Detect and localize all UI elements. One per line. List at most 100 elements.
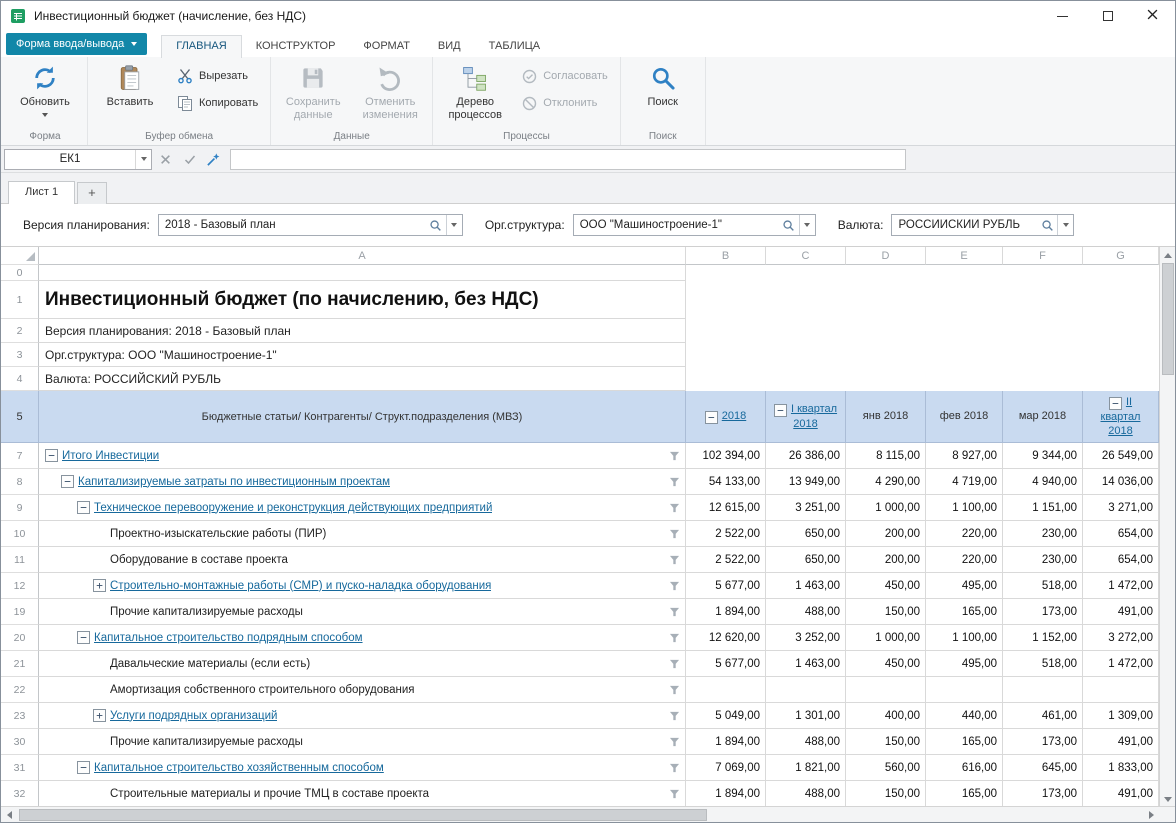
cell-A30[interactable]: Прочие капитализируемые расходы (39, 729, 686, 755)
budget-item-label[interactable]: Капитализируемые затраты по инвестиционн… (78, 476, 390, 488)
filter-icon[interactable] (669, 529, 680, 539)
row-header-1[interactable]: 1 (1, 281, 39, 319)
budget-item-label[interactable]: Итого Инвестиции (62, 450, 159, 462)
report-title-cell[interactable]: Инвестиционный бюджет (по начислению, бе… (39, 281, 686, 319)
row-header-22[interactable]: 22 (1, 677, 39, 703)
cell-G12[interactable]: 1 472,00 (1083, 573, 1159, 599)
horizontal-scroll-thumb[interactable] (19, 809, 707, 821)
cancel-entry-icon[interactable] (155, 154, 176, 165)
scroll-down-button[interactable] (1160, 791, 1176, 807)
cell-D7[interactable]: 8 115,00 (846, 443, 926, 469)
cell-D12[interactable]: 450,00 (846, 573, 926, 599)
cell-E20[interactable]: 1 100,00 (926, 625, 1003, 651)
cell-D22[interactable] (846, 677, 926, 703)
cell-C9[interactable]: 3 251,00 (766, 495, 846, 521)
currency-input[interactable]: РОССИЙСКИЙ РУБЛЬ (891, 214, 1074, 236)
cell-C11[interactable]: 650,00 (766, 547, 846, 573)
budget-items-header-cell[interactable]: Бюджетные статьи/ Контрагенты/ Структ.по… (39, 391, 686, 443)
cell-G8[interactable]: 14 036,00 (1083, 469, 1159, 495)
cell-F10[interactable]: 230,00 (1003, 521, 1083, 547)
tab-constructor[interactable]: КОНСТРУКТОР (242, 36, 350, 57)
cell-D20[interactable]: 1 000,00 (846, 625, 926, 651)
filter-icon[interactable] (669, 451, 680, 461)
row-header-2[interactable]: 2 (1, 319, 39, 343)
add-sheet-button[interactable]: + (77, 182, 107, 204)
column-header-G[interactable]: G (1083, 247, 1159, 265)
search-icon[interactable] (779, 219, 799, 232)
cell-E21[interactable]: 495,00 (926, 651, 1003, 677)
cell-A20[interactable]: −Капитальное строительство подрядным спо… (39, 625, 686, 651)
cell-C7[interactable]: 26 386,00 (766, 443, 846, 469)
scroll-right-button[interactable] (1143, 807, 1159, 823)
cell-F11[interactable]: 230,00 (1003, 547, 1083, 573)
column-header-E[interactable]: E (926, 247, 1003, 265)
row-header-4[interactable]: 4 (1, 367, 39, 391)
collapse-icon[interactable]: − (77, 761, 90, 774)
vertical-scrollbar[interactable] (1159, 247, 1175, 807)
collapse-icon[interactable]: − (705, 411, 718, 424)
cell-C10[interactable]: 650,00 (766, 521, 846, 547)
cell-D23[interactable]: 400,00 (846, 703, 926, 729)
cell-E12[interactable]: 495,00 (926, 573, 1003, 599)
column-header-F[interactable]: F (1003, 247, 1083, 265)
cell-G23[interactable]: 1 309,00 (1083, 703, 1159, 729)
cell-G21[interactable]: 1 472,00 (1083, 651, 1159, 677)
cell-G31[interactable]: 1 833,00 (1083, 755, 1159, 781)
collapse-icon[interactable]: − (61, 475, 74, 488)
cell-F23[interactable]: 461,00 (1003, 703, 1083, 729)
cell-D30[interactable]: 150,00 (846, 729, 926, 755)
cell-A32[interactable]: Строительные материалы и прочие ТМЦ в со… (39, 781, 686, 807)
cell-G7[interactable]: 26 549,00 (1083, 443, 1159, 469)
cell-F30[interactable]: 173,00 (1003, 729, 1083, 755)
cut-button[interactable]: Вырезать (170, 66, 265, 86)
cell-F32[interactable]: 173,00 (1003, 781, 1083, 807)
cell-A31[interactable]: −Капитальное строительство хозяйственным… (39, 755, 686, 781)
filter-icon[interactable] (669, 659, 680, 669)
filter-icon[interactable] (669, 607, 680, 617)
filter-icon[interactable] (669, 711, 680, 721)
cell-B20[interactable]: 12 620,00 (686, 625, 766, 651)
row-header-7[interactable]: 7 (1, 443, 39, 469)
scroll-left-button[interactable] (1, 807, 17, 823)
row-header-0[interactable]: 0 (1, 265, 39, 281)
row-header-5[interactable]: 5 (1, 391, 39, 443)
refresh-button[interactable]: Обновить (8, 59, 82, 123)
cell-F31[interactable]: 645,00 (1003, 755, 1083, 781)
empty-cells-region[interactable] (686, 265, 1159, 281)
cell-C31[interactable]: 1 821,00 (766, 755, 846, 781)
org-structure-input[interactable]: ООО "Машиностроение-1" (573, 214, 816, 236)
cell-D31[interactable]: 560,00 (846, 755, 926, 781)
io-form-menu-button[interactable]: Форма ввода/вывода (6, 33, 147, 55)
filter-icon[interactable] (669, 581, 680, 591)
dropdown-button[interactable] (446, 215, 462, 235)
search-icon[interactable] (1037, 219, 1057, 232)
cell-A9[interactable]: −Техническое перевооружение и реконструк… (39, 495, 686, 521)
dropdown-button[interactable] (1057, 215, 1073, 235)
cell-D32[interactable]: 150,00 (846, 781, 926, 807)
period-header-D[interactable]: янв 2018 (846, 391, 926, 443)
cell-G22[interactable] (1083, 677, 1159, 703)
cell-A22[interactable]: Амортизация собственного строительного о… (39, 677, 686, 703)
cell-A7[interactable]: −Итого Инвестиции (39, 443, 686, 469)
cell-F12[interactable]: 518,00 (1003, 573, 1083, 599)
row-header-21[interactable]: 21 (1, 651, 39, 677)
cell-E31[interactable]: 616,00 (926, 755, 1003, 781)
copy-button[interactable]: Копировать (170, 93, 265, 113)
formula-input[interactable] (230, 149, 906, 170)
cell-E32[interactable]: 165,00 (926, 781, 1003, 807)
dropdown-button[interactable] (799, 215, 815, 235)
cell-B12[interactable]: 5 677,00 (686, 573, 766, 599)
tab-table[interactable]: ТАБЛИЦА (475, 36, 555, 57)
cell-G19[interactable]: 491,00 (1083, 599, 1159, 625)
cell-D9[interactable]: 1 000,00 (846, 495, 926, 521)
empty-cells-region[interactable] (686, 319, 1159, 343)
cell-E7[interactable]: 8 927,00 (926, 443, 1003, 469)
cell-B11[interactable]: 2 522,00 (686, 547, 766, 573)
cell-B21[interactable]: 5 677,00 (686, 651, 766, 677)
filter-icon[interactable] (669, 633, 680, 643)
row-header-20[interactable]: 20 (1, 625, 39, 651)
cell-B7[interactable]: 102 394,00 (686, 443, 766, 469)
collapse-icon[interactable]: − (774, 404, 787, 417)
period-header-E[interactable]: фев 2018 (926, 391, 1003, 443)
cell-F8[interactable]: 4 940,00 (1003, 469, 1083, 495)
